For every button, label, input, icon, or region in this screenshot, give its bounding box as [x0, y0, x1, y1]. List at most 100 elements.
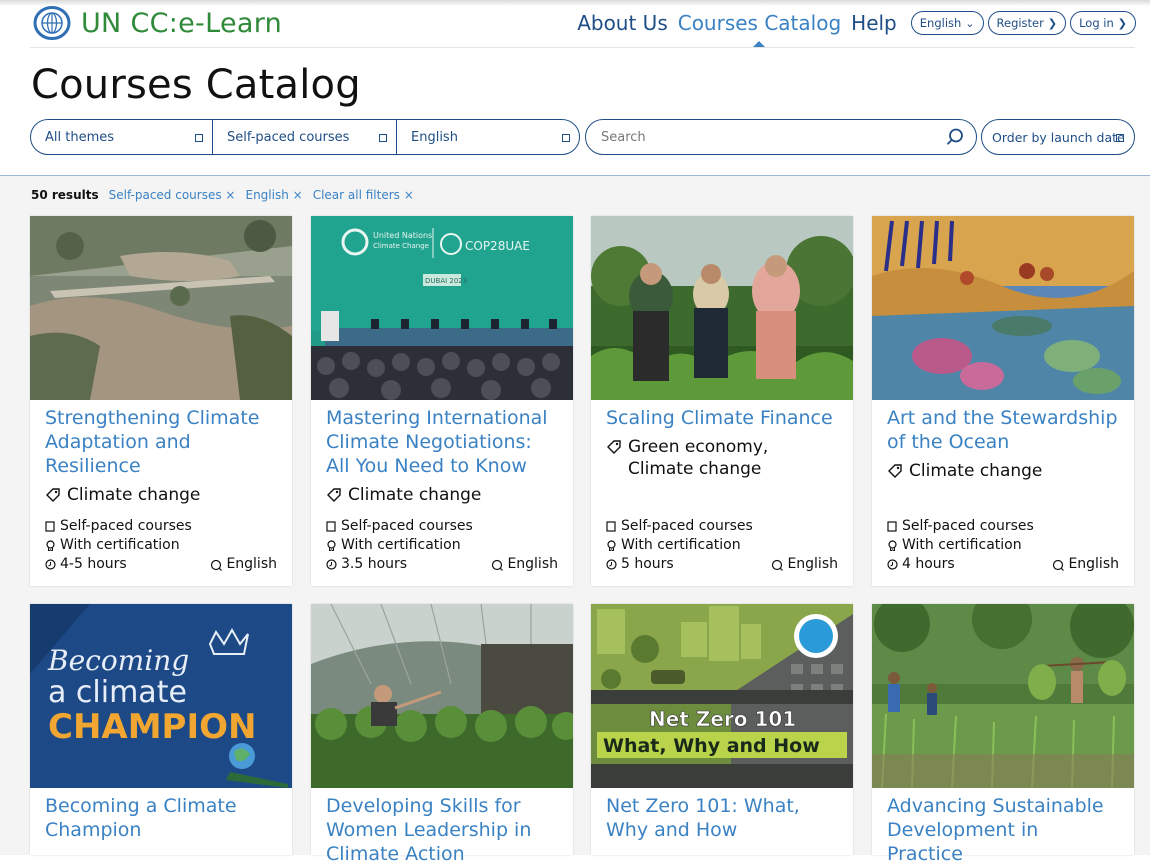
login-label: Log in [1079, 16, 1114, 30]
chevron-down-icon: ⌄ [965, 16, 975, 30]
certificate-icon [46, 540, 55, 551]
course-tags: Climate change [326, 484, 558, 506]
course-card[interactable]: Art and the Stewardship of the Ocean Cli… [872, 216, 1134, 586]
course-title[interactable]: Net Zero 101: What, Why and How [606, 794, 838, 842]
course-title[interactable]: Scaling Climate Finance [606, 406, 838, 430]
tag-icon [607, 440, 621, 454]
nav-about-us[interactable]: About Us [577, 11, 668, 35]
image-text-net-zero: Net Zero 101 [649, 707, 796, 731]
language-bubble-icon [492, 559, 504, 571]
image-text-becoming: Becoming [47, 644, 189, 677]
clock-icon [45, 559, 56, 570]
course-duration: 4 hours [902, 556, 955, 572]
dropdown-icon [1116, 134, 1124, 142]
course-language: English [1068, 556, 1119, 572]
nav-help[interactable]: Help [851, 11, 897, 35]
filter-chip-self-paced[interactable]: Self-paced courses × [109, 188, 236, 202]
image-text-cop: COP28UAE [465, 239, 530, 253]
results-count: 50 results [31, 188, 99, 202]
register-button[interactable]: Register ❯ [987, 11, 1067, 35]
image-text-what-why-how: What, Why and How [603, 735, 820, 757]
site-header: UN CC:e-Learn About Us Courses Catalog H… [0, 0, 1150, 48]
course-card[interactable]: Developing Skills for Women Leadership i… [311, 604, 573, 865]
tag-icon [46, 488, 60, 502]
course-image-greenhouse [311, 604, 573, 788]
results-bar: 50 results Self-paced courses × English … [31, 188, 424, 202]
language-selector-label: English [919, 16, 962, 30]
course-title[interactable]: Becoming a Climate Champion [45, 794, 277, 842]
search-box [585, 119, 977, 155]
course-tags: Climate change [887, 460, 1119, 482]
course-card[interactable]: Becoming a climate CHAMPION Becoming a C… [30, 604, 292, 855]
course-duration: 3.5 hours [341, 556, 408, 572]
course-card[interactable]: Net Zero 101 What, Why and How Net Zero … [591, 604, 853, 855]
theme-filter-label: All themes [45, 129, 115, 145]
filter-group: All themes Self-paced courses English [30, 119, 580, 155]
nav-courses-catalog[interactable]: Courses Catalog [677, 11, 842, 48]
filter-chip-english[interactable]: English × [245, 188, 302, 202]
course-image-cop28: United Nations Climate Change COP28UAE D… [311, 216, 573, 400]
chevron-right-icon: ❯ [1117, 16, 1127, 30]
course-certification: With certification [341, 537, 461, 553]
un-emblem-icon [33, 6, 71, 40]
dropdown-icon [562, 134, 570, 142]
course-card[interactable]: Advancing Sustainable Development in Pra… [872, 604, 1134, 865]
clock-icon [887, 559, 898, 570]
course-title[interactable]: Developing Skills for Women Leadership i… [326, 794, 558, 866]
course-type: Self-paced courses [60, 518, 192, 534]
language-bubble-icon [211, 559, 223, 571]
course-language: English [787, 556, 838, 572]
login-button[interactable]: Log in ❯ [1070, 11, 1136, 35]
course-duration: 5 hours [621, 556, 674, 572]
course-title[interactable]: Art and the Stewardship of the Ocean [887, 406, 1119, 454]
theme-filter[interactable]: All themes [31, 120, 213, 154]
course-tags-text: Climate change [67, 485, 201, 505]
image-text-dubai: DUBAI 2023 [425, 277, 467, 285]
course-type: Self-paced courses [341, 518, 473, 534]
course-type-filter[interactable]: Self-paced courses [213, 120, 397, 154]
header-divider [30, 47, 1135, 48]
course-language: English [226, 556, 277, 572]
course-image-ocean-art [872, 216, 1134, 400]
course-duration: 4-5 hours [60, 556, 127, 572]
course-language: English [507, 556, 558, 572]
course-title[interactable]: Mastering International Climate Negotiat… [326, 406, 558, 478]
course-image-flood [30, 216, 292, 400]
tag-icon [327, 488, 341, 502]
nav-courses-catalog-label: Courses Catalog [677, 11, 842, 35]
language-bubble-icon [1053, 559, 1065, 571]
course-certification: With certification [902, 537, 1022, 553]
language-selector[interactable]: English ⌄ [910, 11, 984, 35]
document-icon [45, 521, 55, 532]
search-icon[interactable] [946, 128, 964, 146]
course-card[interactable]: Scaling Climate Finance Green economy, C… [591, 216, 853, 586]
language-filter[interactable]: English [397, 120, 579, 154]
order-select[interactable]: Order by launch date [981, 119, 1135, 155]
site-logo[interactable]: UN CC:e-Learn [33, 6, 282, 40]
search-input[interactable] [599, 128, 933, 146]
course-meta: Self-paced courses With certification 4-… [45, 517, 277, 574]
course-image-rice-field [872, 604, 1134, 788]
certificate-icon [888, 540, 897, 551]
course-image-net-zero: Net Zero 101 What, Why and How [591, 604, 853, 788]
course-tags: Green economy, Climate change [606, 436, 838, 480]
course-title[interactable]: Strengthening Climate Adaptation and Res… [45, 406, 277, 478]
course-title[interactable]: Advancing Sustainable Development in Pra… [887, 794, 1119, 866]
course-meta: Self-paced courses With certification 5 … [606, 517, 838, 574]
course-meta: Self-paced courses With certification 3.… [326, 517, 558, 574]
course-image-climate-champion: Becoming a climate CHAMPION [30, 604, 292, 788]
image-text-un: United Nations [373, 231, 432, 240]
clear-all-filters[interactable]: Clear all filters × [313, 188, 414, 202]
course-card[interactable]: Strengthening Climate Adaptation and Res… [30, 216, 292, 586]
course-card[interactable]: United Nations Climate Change COP28UAE D… [311, 216, 573, 586]
course-tags-text: Climate change [909, 461, 1043, 481]
course-tags: Climate change [45, 484, 277, 506]
course-certification: With certification [621, 537, 741, 553]
language-bubble-icon [772, 559, 784, 571]
clock-icon [606, 559, 617, 570]
course-image-women-field [591, 216, 853, 400]
document-icon [326, 521, 336, 532]
image-text-a-climate: a climate [48, 675, 187, 710]
chevron-right-icon: ❯ [1047, 16, 1058, 30]
language-filter-label: English [411, 129, 458, 145]
